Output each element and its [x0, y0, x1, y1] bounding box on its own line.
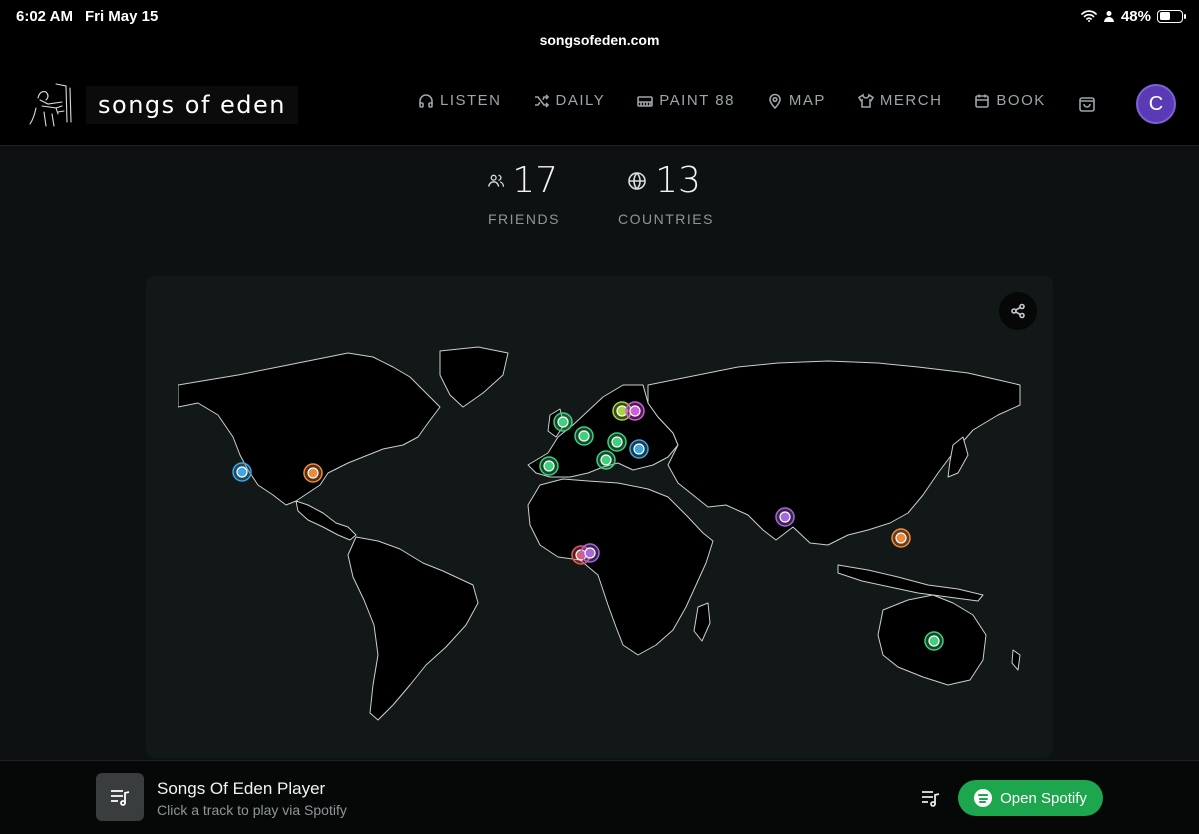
map-marker-hungary[interactable] [629, 439, 649, 459]
friends-count: 17 [512, 160, 558, 201]
shopping-bag-icon [1079, 97, 1095, 112]
nav-listen[interactable]: LISTEN [418, 92, 502, 109]
countries-stat: 13 COUNTRIES [618, 160, 714, 227]
player-subtitle: Click a track to play via Spotify [157, 802, 347, 818]
nav-book-label: BOOK [996, 92, 1046, 109]
shirt-icon [857, 93, 874, 108]
cart-button[interactable] [1077, 93, 1097, 113]
user-avatar[interactable]: C [1136, 84, 1176, 124]
map-marker-nigeria-east[interactable] [580, 543, 600, 563]
madagascar [693, 602, 711, 642]
nav-merch[interactable]: MERCH [857, 92, 943, 109]
spotify-icon [974, 789, 993, 807]
map-marker-australia[interactable] [924, 631, 944, 651]
person-icon [1103, 11, 1114, 22]
nav-map-label: MAP [788, 92, 826, 109]
nav-paint88-label: PAINT 88 [659, 92, 735, 109]
open-spotify-button[interactable]: Open Spotify [958, 780, 1103, 816]
map-marker-finland[interactable] [625, 401, 645, 421]
north-america [178, 352, 441, 506]
new-zealand [1011, 649, 1021, 671]
share-icon [1011, 303, 1025, 319]
wifi-icon [1081, 10, 1097, 22]
countries-label: COUNTRIES [618, 211, 714, 227]
map-marker-texas[interactable] [303, 463, 323, 483]
map-marker-india[interactable] [775, 507, 795, 527]
countries-count: 13 [655, 160, 701, 201]
nav-map[interactable]: MAP [767, 92, 826, 109]
brand-title[interactable]: songs of eden [86, 86, 299, 124]
greenland [439, 346, 509, 408]
player-title: Songs Of Eden Player [157, 779, 326, 798]
battery-icon [1157, 9, 1186, 23]
map-marker-portugal[interactable] [539, 456, 559, 476]
browser-url[interactable]: songsofeden.com [0, 32, 1199, 54]
friends-label: FRIENDS [488, 211, 560, 227]
africa [527, 478, 714, 656]
music-list-icon [111, 790, 130, 806]
friends-stat: 17 FRIENDS [488, 160, 558, 227]
map-marker-ireland[interactable] [553, 412, 573, 432]
open-spotify-label: Open Spotify [1000, 789, 1087, 807]
piano-icon [637, 95, 654, 107]
map-marker-california[interactable] [232, 462, 252, 482]
shuffle-icon [534, 93, 549, 108]
nav-listen-label: LISTEN [440, 92, 502, 109]
central-america [295, 500, 357, 541]
indonesia [837, 564, 984, 602]
player-bar: Songs Of Eden Player Click a track to pl… [0, 760, 1199, 834]
battery-percent: 48% [1120, 7, 1151, 25]
map-marker-italy[interactable] [596, 450, 616, 470]
status-date: Fri May 15 [84, 7, 159, 25]
map-marker-netherlands[interactable] [574, 426, 594, 446]
logo-icon[interactable] [26, 78, 74, 128]
nav-merch-label: MERCH [879, 92, 943, 109]
users-icon [488, 174, 505, 187]
south-america [347, 536, 479, 721]
globe-icon [628, 171, 646, 190]
nav-daily[interactable]: DAILY [534, 92, 606, 109]
calendar-icon [975, 94, 990, 108]
share-button[interactable] [999, 292, 1037, 330]
site-header: songs of eden LISTEN DAILY PAINT 88 MAP … [0, 54, 1199, 146]
map-marker-germany[interactable] [607, 432, 627, 452]
nav-daily-label: DAILY [555, 92, 606, 109]
nav-paint88[interactable]: PAINT 88 [637, 92, 735, 109]
queue-button[interactable] [919, 787, 941, 809]
status-time: 6:02 AM [16, 7, 73, 25]
player-artwork[interactable] [96, 773, 144, 821]
headphones-icon [419, 93, 433, 108]
map-marker-philippines[interactable] [891, 528, 911, 548]
world-map[interactable] [178, 345, 1022, 730]
main-nav: LISTEN DAILY PAINT 88 MAP MERCH BOOK [418, 92, 1046, 109]
map-pin-icon [769, 93, 781, 109]
nav-book[interactable]: BOOK [974, 92, 1045, 109]
status-bar: 6:02 AM Fri May 15 48% [0, 0, 1199, 32]
queue-icon [922, 791, 940, 807]
